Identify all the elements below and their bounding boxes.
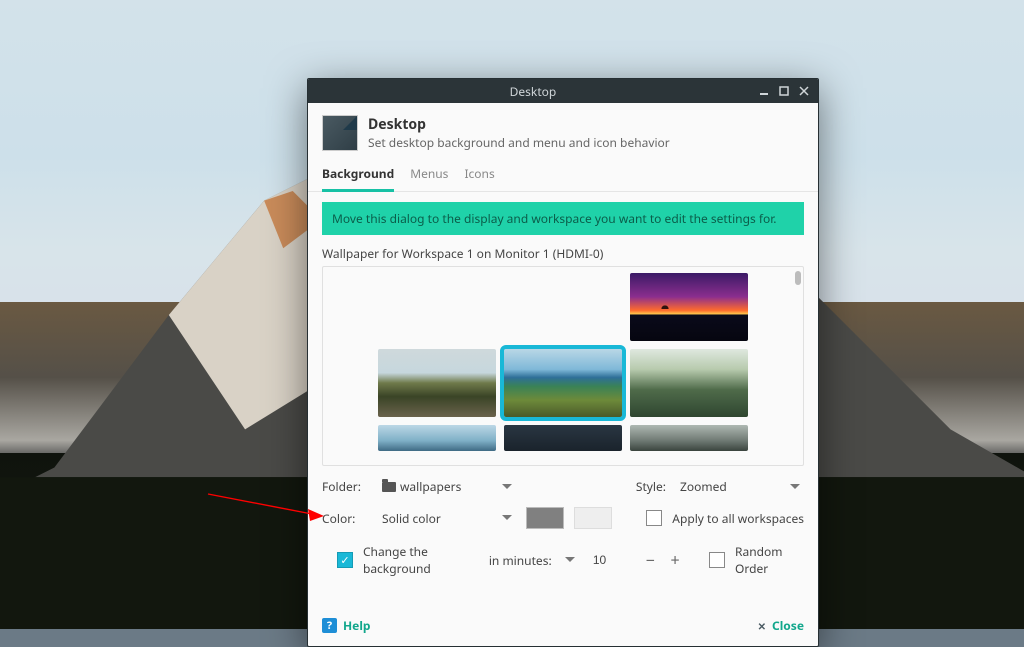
folder-select[interactable]: wallpapers — [378, 476, 516, 497]
change-background-label: Change the background — [363, 543, 475, 577]
change-background-checkbox[interactable] — [337, 552, 353, 568]
wallpaper-thumb[interactable] — [630, 349, 748, 417]
close-icon: ✕ — [758, 619, 766, 633]
info-banner: Move this dialog to the display and work… — [322, 202, 804, 235]
chevron-down-icon — [502, 484, 512, 494]
interval-unit-select[interactable]: in minutes: — [485, 550, 579, 571]
close-button[interactable]: ✕ Close — [758, 617, 804, 634]
apply-all-label: Apply to all workspaces — [672, 510, 804, 527]
help-icon: ? — [322, 618, 337, 633]
color-mode-select[interactable]: Solid color — [378, 508, 516, 529]
chevron-down-icon — [565, 557, 575, 567]
interval-input[interactable] — [589, 550, 633, 570]
wallpaper-thumb[interactable] — [378, 349, 496, 417]
folder-icon — [382, 482, 396, 492]
wallpaper-thumb[interactable] — [630, 273, 748, 341]
style-value: Zoomed — [680, 478, 727, 495]
color-swatch-primary[interactable] — [526, 507, 564, 529]
window-titlebar[interactable]: Desktop — [308, 79, 818, 103]
tab-background[interactable]: Background — [322, 159, 394, 192]
dialog-title: Desktop — [368, 115, 670, 134]
scrollbar-thumb[interactable] — [795, 271, 801, 285]
wallpaper-thumb[interactable] — [378, 273, 496, 341]
close-window-button[interactable] — [794, 81, 814, 101]
chevron-down-icon — [502, 515, 512, 525]
style-select[interactable]: Zoomed — [676, 476, 804, 497]
maximize-button[interactable] — [774, 81, 794, 101]
close-label: Close — [772, 617, 804, 634]
wallpaper-thumb-selected[interactable] — [504, 349, 622, 417]
wallpaper-thumb[interactable] — [504, 425, 622, 451]
tab-menus[interactable]: Menus — [410, 159, 448, 191]
decrement-button[interactable]: − — [643, 549, 658, 571]
help-label: Help — [343, 617, 371, 634]
dialog-subtitle: Set desktop background and menu and icon… — [368, 134, 670, 151]
workspace-label: Wallpaper for Workspace 1 on Monitor 1 (… — [322, 245, 804, 262]
tab-icons[interactable]: Icons — [464, 159, 494, 191]
folder-value: wallpapers — [400, 478, 461, 495]
dialog-header: Desktop Set desktop background and menu … — [308, 103, 818, 159]
random-order-label: Random Order — [735, 543, 804, 577]
interval-unit: in minutes: — [489, 552, 552, 569]
color-value: Solid color — [382, 510, 441, 527]
window-title: Desktop — [312, 83, 754, 100]
chevron-down-icon — [790, 484, 800, 494]
wallpaper-thumb[interactable] — [504, 273, 622, 341]
help-button[interactable]: ? Help — [322, 617, 371, 634]
color-label: Color: — [322, 510, 368, 527]
tabs: Background Menus Icons — [308, 159, 818, 192]
style-label: Style: — [636, 478, 666, 495]
apply-all-checkbox[interactable] — [646, 510, 662, 526]
folder-label: Folder: — [322, 478, 368, 495]
minimize-button[interactable] — [754, 81, 774, 101]
wallpaper-thumb[interactable] — [630, 425, 748, 451]
random-order-checkbox[interactable] — [709, 552, 725, 568]
increment-button[interactable]: + — [668, 549, 683, 571]
desktop-settings-window: Desktop Desktop Set desktop background a… — [307, 78, 819, 647]
wallpaper-grid[interactable] — [322, 266, 804, 466]
wallpaper-thumb[interactable] — [378, 425, 496, 451]
desktop-icon — [322, 115, 358, 151]
color-swatch-secondary[interactable] — [574, 507, 612, 529]
